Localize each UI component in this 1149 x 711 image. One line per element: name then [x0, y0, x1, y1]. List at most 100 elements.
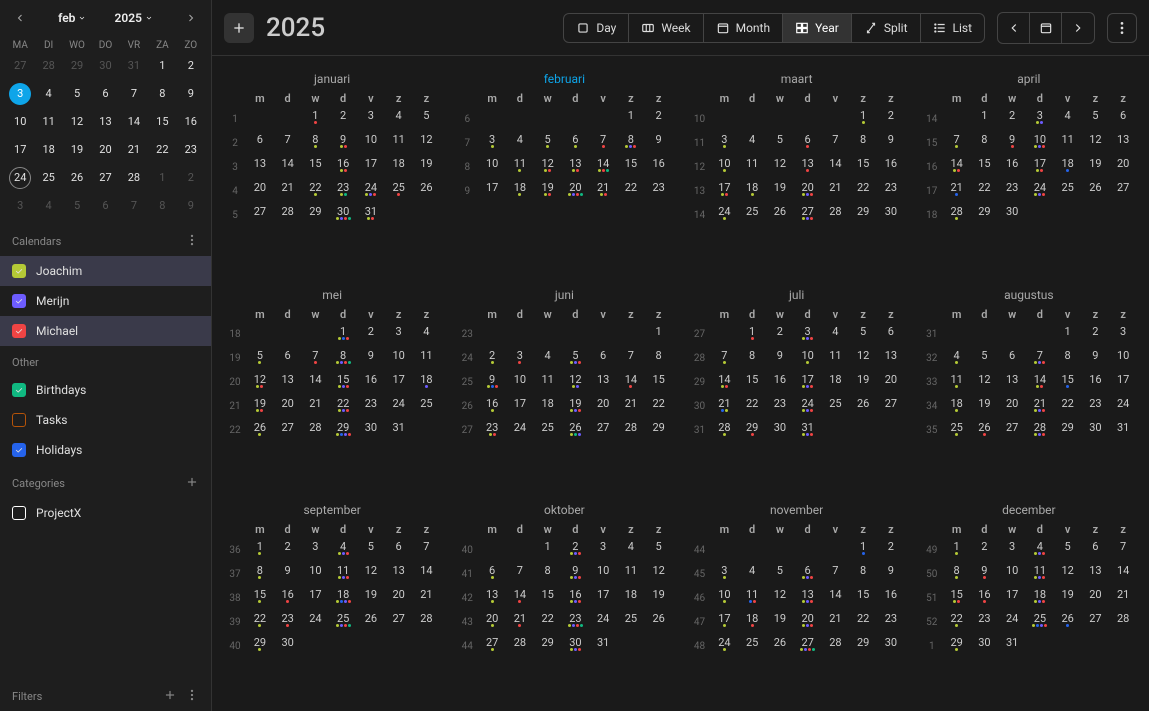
day-cell[interactable]: 30: [357, 419, 385, 443]
day-cell[interactable]: 26: [645, 610, 673, 634]
mini-day[interactable]: 5: [63, 83, 91, 105]
day-cell[interactable]: 9: [998, 131, 1026, 155]
day-cell[interactable]: [562, 107, 590, 131]
day-cell[interactable]: 6: [589, 347, 617, 371]
day-cell[interactable]: [617, 634, 645, 658]
day-cell[interactable]: [1054, 634, 1082, 658]
day-cell[interactable]: 16: [329, 155, 357, 179]
day-cell[interactable]: 17: [302, 586, 330, 610]
day-cell[interactable]: 12: [645, 562, 673, 586]
view-split[interactable]: Split: [852, 14, 921, 42]
day-cell[interactable]: 29: [738, 419, 766, 443]
day-cell[interactable]: [1109, 203, 1137, 227]
mini-day[interactable]: 1: [148, 55, 176, 77]
mini-day[interactable]: 20: [91, 139, 119, 161]
day-cell[interactable]: 3: [302, 538, 330, 562]
day-cell[interactable]: 22: [1054, 395, 1082, 419]
day-cell[interactable]: 24: [711, 634, 739, 658]
year-dropdown[interactable]: 2025: [115, 11, 153, 25]
day-cell[interactable]: 19: [1082, 155, 1110, 179]
day-cell[interactable]: 13: [998, 371, 1026, 395]
day-cell[interactable]: 13: [589, 371, 617, 395]
day-cell[interactable]: 29: [645, 419, 673, 443]
day-cell[interactable]: [738, 107, 766, 131]
day-cell[interactable]: 19: [766, 610, 794, 634]
day-cell[interactable]: 16: [998, 155, 1026, 179]
next-month-button[interactable]: [181, 8, 201, 28]
day-cell[interactable]: 10: [1109, 347, 1137, 371]
day-cell[interactable]: 20: [589, 395, 617, 419]
day-cell[interactable]: 12: [413, 131, 441, 155]
day-cell[interactable]: 11: [534, 371, 562, 395]
day-cell[interactable]: 25: [943, 419, 971, 443]
day-cell[interactable]: 10: [478, 155, 506, 179]
day-cell[interactable]: [274, 107, 302, 131]
day-cell[interactable]: 15: [1054, 371, 1082, 395]
categories-add-icon[interactable]: [185, 475, 199, 492]
day-cell[interactable]: 13: [1082, 562, 1110, 586]
day-cell[interactable]: 19: [246, 395, 274, 419]
day-cell[interactable]: 8: [971, 131, 999, 155]
day-cell[interactable]: 30: [562, 634, 590, 658]
day-cell[interactable]: 4: [1026, 538, 1054, 562]
day-cell[interactable]: 12: [246, 371, 274, 395]
day-cell[interactable]: 24: [357, 179, 385, 203]
day-cell[interactable]: [589, 107, 617, 131]
day-cell[interactable]: 31: [589, 634, 617, 658]
day-cell[interactable]: 18: [822, 371, 850, 395]
day-cell[interactable]: 20: [794, 179, 822, 203]
mini-day[interactable]: 10: [6, 111, 34, 133]
day-cell[interactable]: 1: [329, 323, 357, 347]
day-cell[interactable]: 23: [998, 179, 1026, 203]
day-cell[interactable]: [1026, 203, 1054, 227]
day-cell[interactable]: 1: [246, 538, 274, 562]
day-cell[interactable]: 15: [943, 586, 971, 610]
day-cell[interactable]: 5: [766, 131, 794, 155]
day-cell[interactable]: 11: [329, 562, 357, 586]
day-cell[interactable]: 14: [302, 371, 330, 395]
day-cell[interactable]: 23: [478, 419, 506, 443]
day-cell[interactable]: 25: [385, 179, 413, 203]
month-title[interactable]: juni: [456, 282, 672, 308]
day-cell[interactable]: 3: [998, 538, 1026, 562]
day-cell[interactable]: 5: [1054, 538, 1082, 562]
day-cell[interactable]: 1: [943, 538, 971, 562]
day-cell[interactable]: 28: [711, 419, 739, 443]
day-cell[interactable]: [711, 323, 739, 347]
day-cell[interactable]: 1: [849, 538, 877, 562]
day-cell[interactable]: 19: [413, 155, 441, 179]
day-cell[interactable]: 8: [849, 131, 877, 155]
day-cell[interactable]: 24: [506, 419, 534, 443]
day-cell[interactable]: [357, 634, 385, 658]
day-cell[interactable]: [385, 203, 413, 227]
day-cell[interactable]: 31: [794, 419, 822, 443]
month-title[interactable]: mei: [224, 282, 440, 308]
day-cell[interactable]: [766, 107, 794, 131]
day-cell[interactable]: 4: [617, 538, 645, 562]
day-cell[interactable]: 12: [357, 562, 385, 586]
day-cell[interactable]: 11: [413, 347, 441, 371]
day-cell[interactable]: 6: [478, 562, 506, 586]
day-cell[interactable]: 19: [357, 586, 385, 610]
day-cell[interactable]: [413, 419, 441, 443]
day-cell[interactable]: 21: [506, 610, 534, 634]
day-cell[interactable]: 17: [711, 179, 739, 203]
day-cell[interactable]: 28: [302, 419, 330, 443]
day-cell[interactable]: 16: [1082, 371, 1110, 395]
day-cell[interactable]: 1: [645, 323, 673, 347]
day-cell[interactable]: 1: [1054, 323, 1082, 347]
day-cell[interactable]: 4: [1054, 107, 1082, 131]
day-cell[interactable]: [1109, 634, 1137, 658]
day-cell[interactable]: 27: [589, 419, 617, 443]
day-cell[interactable]: 22: [302, 179, 330, 203]
day-cell[interactable]: 23: [562, 610, 590, 634]
day-cell[interactable]: 8: [617, 131, 645, 155]
day-cell[interactable]: 24: [589, 610, 617, 634]
day-cell[interactable]: 14: [617, 371, 645, 395]
month-dropdown[interactable]: feb: [58, 11, 86, 25]
view-month[interactable]: Month: [704, 14, 783, 42]
day-cell[interactable]: 10: [506, 371, 534, 395]
day-cell[interactable]: [822, 538, 850, 562]
day-cell[interactable]: 23: [877, 179, 905, 203]
day-cell[interactable]: 5: [971, 347, 999, 371]
